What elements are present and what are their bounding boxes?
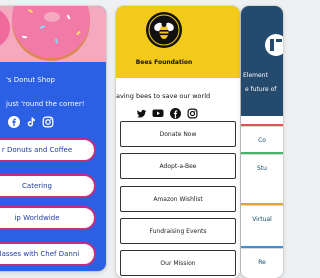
instagram-icon[interactable]: [42, 116, 54, 128]
link-button[interactable]: Fundraising Events: [120, 218, 236, 244]
donut-hero-image: [0, 6, 106, 62]
donut-hole: [44, 12, 60, 22]
profile-title: Element: [243, 72, 268, 79]
element-card[interactable]: Element e future of Co Stu Virtual Re: [241, 6, 283, 278]
bee-logo: [146, 12, 182, 48]
link-button[interactable]: Amazon Wishlist: [120, 186, 236, 212]
link-button[interactable]: Classes with Chef Danni: [0, 242, 96, 266]
link-button[interactable]: ip Worldwide: [0, 206, 96, 230]
tiktok-icon[interactable]: [25, 116, 37, 128]
twitter-icon[interactable]: [135, 107, 147, 119]
profile-tagline: just 'round the corner!: [6, 100, 85, 108]
youtube-icon[interactable]: [152, 107, 164, 119]
link-button[interactable]: Adopt-a-Bee: [120, 153, 236, 179]
social-icons: [135, 107, 198, 119]
link-button[interactable]: r Donuts and Coffee: [0, 138, 96, 162]
facebook-icon[interactable]: [169, 107, 181, 119]
profile-tagline: e future of: [245, 86, 277, 93]
bee-icon: [148, 14, 180, 46]
profile-tagline: aving bees to save our world: [116, 92, 211, 100]
instagram-icon[interactable]: [186, 107, 198, 119]
link-button[interactable]: Donate Now: [120, 121, 236, 147]
link-button[interactable]: Stu: [241, 154, 283, 181]
profile-title: 's Donut Shop: [6, 76, 55, 84]
link-button[interactable]: Virtual: [241, 205, 283, 232]
social-icons: [8, 116, 54, 128]
avatar: [265, 34, 283, 56]
donut-image: [0, 8, 10, 48]
link-button[interactable]: Re: [241, 248, 283, 275]
bees-header: Bees Foundation: [116, 6, 240, 78]
facebook-icon[interactable]: [8, 116, 20, 128]
profile-title: Bees Foundation: [135, 59, 193, 66]
donut-shop-card[interactable]: 's Donut Shop just 'round the corner! r …: [0, 6, 106, 271]
link-button[interactable]: Co: [241, 126, 283, 153]
link-button[interactable]: Catering: [0, 174, 96, 198]
element-header: Element e future of: [241, 6, 283, 116]
link-button[interactable]: Our Mission: [120, 250, 236, 276]
bees-foundation-card[interactable]: Bees Foundation aving bees to save our w…: [116, 6, 240, 278]
